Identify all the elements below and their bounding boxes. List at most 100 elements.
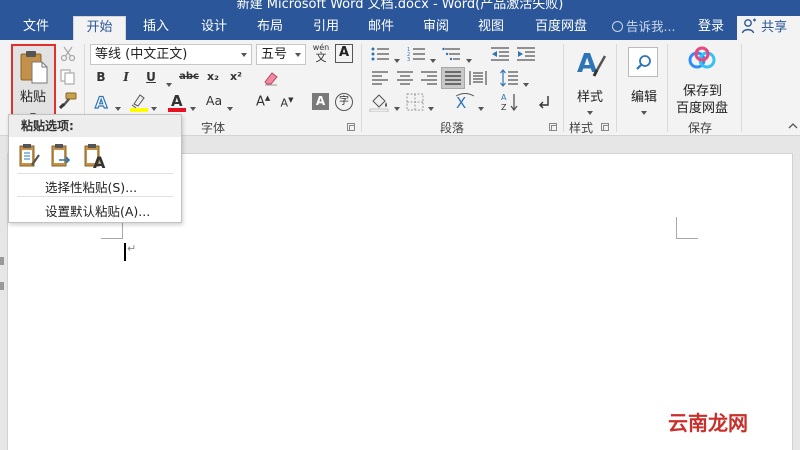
multilevel-list-icon[interactable] bbox=[442, 46, 462, 62]
svg-text:A: A bbox=[171, 92, 183, 110]
tell-me-text: 告诉我... bbox=[626, 19, 676, 34]
copy-icon[interactable] bbox=[60, 69, 76, 85]
show-marks-icon[interactable] bbox=[536, 94, 552, 110]
login-link[interactable]: 登录 bbox=[698, 17, 724, 37]
text-cursor bbox=[124, 243, 126, 261]
underline-button[interactable]: U bbox=[144, 70, 158, 84]
superscript-button[interactable]: x² bbox=[228, 70, 244, 83]
tab-review[interactable]: 审阅 bbox=[411, 16, 461, 40]
line-spacing-dropdown[interactable] bbox=[523, 76, 529, 90]
save-to-baidu-button[interactable]: 保存到 百度网盘 bbox=[671, 44, 733, 118]
align-left-icon[interactable] bbox=[371, 71, 389, 85]
bold-button[interactable]: B bbox=[94, 70, 108, 84]
grow-font-button[interactable]: A▲ bbox=[256, 94, 270, 109]
increase-indent-icon[interactable] bbox=[516, 46, 536, 62]
shrink-font-button[interactable]: A▼ bbox=[280, 96, 294, 110]
tab-design[interactable]: 设计 bbox=[189, 16, 239, 40]
share-label: 共享 bbox=[761, 20, 788, 35]
paragraph-group-label: 段落 bbox=[440, 121, 465, 135]
styles-dialog-launcher[interactable] bbox=[601, 123, 609, 131]
tab-references[interactable]: 引用 bbox=[301, 16, 351, 40]
character-border-button[interactable]: A bbox=[335, 44, 353, 63]
phonetic-guide-button[interactable]: wén 文 bbox=[311, 43, 331, 65]
person-icon bbox=[741, 18, 756, 34]
paragraph-dialog-launcher[interactable] bbox=[549, 123, 557, 131]
distributed-icon[interactable] bbox=[469, 70, 487, 86]
cut-icon[interactable] bbox=[60, 46, 76, 62]
text-effects-dropdown[interactable] bbox=[115, 100, 121, 114]
svg-text:A: A bbox=[95, 93, 108, 111]
character-shading-icon[interactable]: A bbox=[312, 93, 329, 110]
title-bar: 新建 Microsoft Word 文档.docx - Word(产品激活失败) bbox=[0, 0, 800, 12]
underline-dropdown[interactable] bbox=[166, 76, 172, 90]
font-name-combo[interactable]: 等线 (中文正文) bbox=[90, 44, 252, 65]
enclose-characters-button[interactable]: 字 bbox=[335, 93, 353, 111]
numbering-dropdown[interactable] bbox=[430, 52, 436, 66]
font-color-icon[interactable]: A bbox=[167, 92, 187, 112]
tab-layout[interactable]: 布局 bbox=[245, 16, 295, 40]
sort-icon[interactable]: A Z bbox=[500, 92, 520, 112]
change-case-dropdown[interactable] bbox=[227, 100, 233, 114]
text-effects-icon[interactable]: A bbox=[93, 93, 111, 111]
keep-text-only-icon[interactable]: A bbox=[82, 143, 108, 169]
styles-label: 样式 bbox=[577, 90, 604, 105]
clipboard-paste-icon bbox=[20, 51, 48, 84]
italic-button[interactable]: I bbox=[120, 70, 132, 84]
highlight-icon[interactable] bbox=[129, 92, 149, 112]
editing-button[interactable]: 编辑 bbox=[622, 44, 666, 118]
justify-button[interactable] bbox=[441, 67, 465, 89]
chevron-down-icon bbox=[241, 53, 247, 57]
crop-mark-top-right bbox=[676, 217, 698, 239]
svg-text:A: A bbox=[501, 93, 507, 102]
share-button[interactable]: 共享 bbox=[737, 16, 800, 40]
strikethrough-button[interactable]: abc bbox=[178, 71, 200, 82]
tab-mailings[interactable]: 邮件 bbox=[356, 16, 406, 40]
change-case-button[interactable]: Aa bbox=[204, 93, 224, 108]
subscript-button[interactable]: x₂ bbox=[205, 70, 221, 83]
numbering-icon[interactable]: 123 bbox=[407, 46, 427, 62]
chinese-layout-icon[interactable]: X bbox=[455, 92, 475, 112]
clear-formatting-icon[interactable] bbox=[262, 70, 280, 86]
shading-dropdown[interactable] bbox=[394, 100, 400, 114]
styles-icon: A bbox=[577, 49, 607, 79]
chevron-down-icon bbox=[295, 53, 301, 57]
set-default-paste-item[interactable]: 设置默认粘贴(A)... bbox=[45, 201, 150, 220]
decrease-indent-icon[interactable] bbox=[490, 46, 510, 62]
tab-insert[interactable]: 插入 bbox=[131, 16, 181, 40]
font-group-label: 字体 bbox=[201, 121, 226, 135]
font-size-combo[interactable]: 五号 bbox=[256, 44, 306, 65]
tell-me-box[interactable]: 告诉我... bbox=[612, 17, 675, 37]
font-color-dropdown[interactable] bbox=[190, 100, 196, 114]
collapse-ribbon-icon[interactable] bbox=[788, 122, 798, 130]
lightbulb-icon bbox=[612, 21, 623, 32]
tab-view[interactable]: 视图 bbox=[466, 16, 516, 40]
align-right-icon[interactable] bbox=[420, 71, 438, 85]
paste-special-item[interactable]: 选择性粘贴(S)... bbox=[45, 177, 137, 196]
keep-source-formatting-icon[interactable] bbox=[17, 143, 41, 169]
shading-icon[interactable] bbox=[369, 92, 391, 112]
highlight-dropdown[interactable] bbox=[151, 100, 157, 114]
borders-dropdown[interactable] bbox=[428, 100, 434, 114]
tab-baidu-netdisk[interactable]: 百度网盘 bbox=[522, 16, 600, 40]
merge-formatting-icon[interactable] bbox=[49, 143, 73, 169]
svg-text:A: A bbox=[93, 153, 106, 169]
editing-label: 编辑 bbox=[631, 90, 658, 105]
chinese-layout-dropdown[interactable] bbox=[478, 100, 484, 114]
multilevel-dropdown[interactable] bbox=[466, 52, 472, 66]
tab-home[interactable]: 开始 bbox=[73, 16, 126, 40]
svg-text:Z: Z bbox=[501, 103, 507, 112]
styles-button[interactable]: A 样式 bbox=[568, 44, 614, 118]
tab-file[interactable]: 文件 bbox=[10, 16, 62, 40]
paste-button[interactable]: 粘贴 bbox=[11, 44, 56, 118]
line-spacing-icon[interactable] bbox=[499, 69, 519, 87]
paste-options-menu: 粘贴选项: A 选择性粘贴(S)... 设置默认粘贴(A)... bbox=[8, 114, 182, 223]
format-painter-icon[interactable] bbox=[58, 92, 78, 110]
align-center-icon[interactable] bbox=[396, 71, 414, 85]
paste-options-header: 粘贴选项: bbox=[9, 115, 181, 137]
window-title: 新建 Microsoft Word 文档.docx - Word(产品激活失败) bbox=[236, 0, 564, 12]
bullets-dropdown[interactable] bbox=[394, 52, 400, 66]
bullets-icon[interactable] bbox=[371, 46, 391, 62]
borders-icon[interactable] bbox=[406, 93, 424, 111]
paste-label: 粘贴 bbox=[20, 90, 47, 105]
font-dialog-launcher[interactable] bbox=[347, 123, 355, 131]
